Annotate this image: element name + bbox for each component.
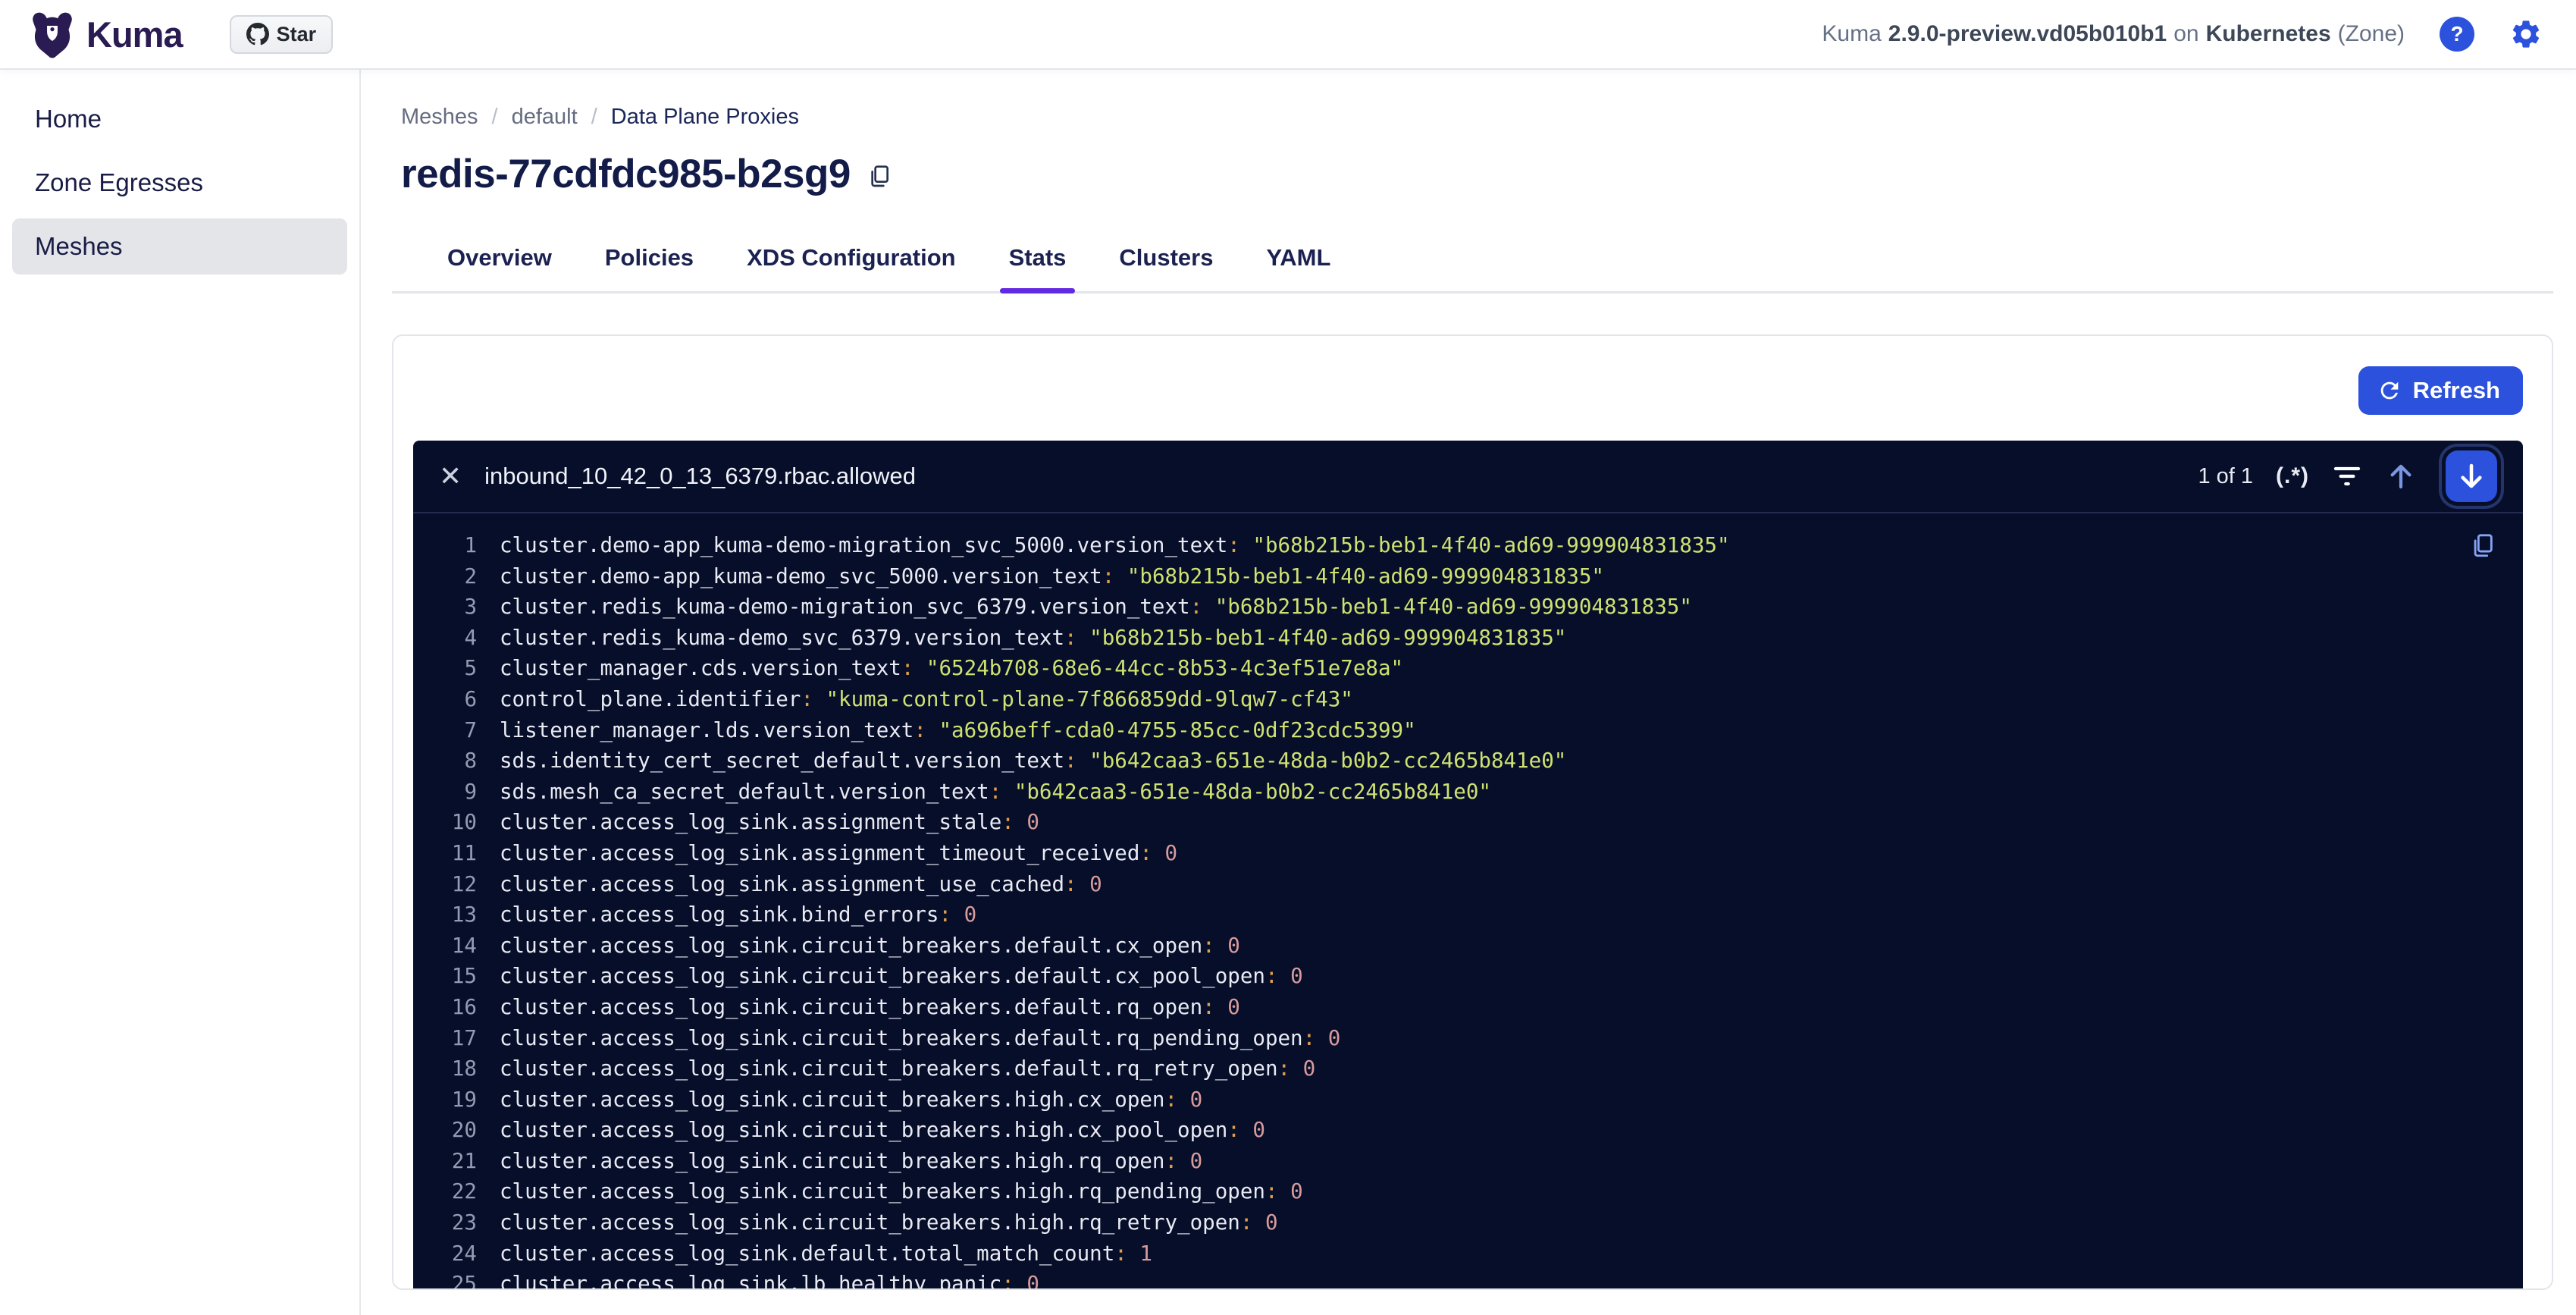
match-counter: 1 of 1 bbox=[2198, 464, 2253, 489]
code-line: 22cluster.access_log_sink.circuit_breake… bbox=[440, 1176, 2493, 1207]
sidebar: Home Zone Egresses Meshes bbox=[0, 70, 361, 1315]
help-icon: ? bbox=[2440, 17, 2474, 52]
copy-name-button[interactable] bbox=[867, 163, 892, 190]
code-line: 4cluster.redis_kuma-demo_svc_6379.versio… bbox=[440, 623, 2493, 654]
code-line: 25cluster.access_log_sink.lb_healthy_pan… bbox=[440, 1269, 2493, 1290]
sidebar-item-home[interactable]: Home bbox=[12, 91, 347, 147]
close-icon: ✕ bbox=[439, 460, 462, 491]
kuma-bear-icon bbox=[30, 10, 74, 58]
main-content: Meshes / default / Data Plane Proxies re… bbox=[361, 70, 2576, 1315]
version-on: on bbox=[2173, 21, 2198, 47]
breadcrumb-separator: / bbox=[591, 105, 597, 130]
logo-text: Kuma bbox=[86, 14, 183, 55]
kuma-logo[interactable]: Kuma bbox=[30, 10, 183, 58]
settings-button[interactable] bbox=[2509, 17, 2543, 51]
star-label: Star bbox=[277, 23, 317, 46]
code-line: 14cluster.access_log_sink.circuit_breake… bbox=[440, 931, 2493, 962]
version-prefix: Kuma bbox=[1822, 21, 1881, 47]
stats-code-panel: ✕ 1 of 1 (.*) bbox=[413, 441, 2523, 1290]
code-line: 19cluster.access_log_sink.circuit_breake… bbox=[440, 1084, 2493, 1116]
code-block: 1cluster.demo-app_kuma-demo-migration_sv… bbox=[413, 513, 2523, 1290]
stats-card: Refresh ✕ 1 of 1 (.*) bbox=[392, 334, 2553, 1290]
breadcrumb: Meshes / default / Data Plane Proxies bbox=[401, 105, 2553, 130]
code-line: 12cluster.access_log_sink.assignment_use… bbox=[440, 869, 2493, 900]
version-info: Kuma 2.9.0-preview.vd05b010b1 on Kuberne… bbox=[1822, 21, 2405, 47]
tab-policies[interactable]: Policies bbox=[602, 244, 697, 291]
version-number: 2.9.0-preview.vd05b010b1 bbox=[1888, 21, 2167, 47]
code-line: 24cluster.access_log_sink.default.total_… bbox=[440, 1238, 2493, 1269]
next-match-button[interactable] bbox=[2446, 450, 2497, 502]
code-line: 3cluster.redis_kuma-demo-migration_svc_6… bbox=[440, 592, 2493, 623]
code-line: 15cluster.access_log_sink.circuit_breake… bbox=[440, 961, 2493, 992]
filter-lines-icon bbox=[2332, 463, 2362, 489]
code-line: 21cluster.access_log_sink.circuit_breake… bbox=[440, 1146, 2493, 1177]
breadcrumb-link-default[interactable]: default bbox=[512, 105, 578, 130]
tab-overview[interactable]: Overview bbox=[444, 244, 555, 291]
copy-icon bbox=[867, 163, 892, 190]
code-line: 8sds.identity_cert_secret_default.versio… bbox=[440, 745, 2493, 777]
help-button[interactable]: ? bbox=[2440, 17, 2474, 52]
github-star-button[interactable]: Star bbox=[230, 15, 334, 54]
copy-icon bbox=[2470, 532, 2496, 560]
copy-stats-button[interactable] bbox=[2470, 532, 2496, 560]
breadcrumb-separator: / bbox=[492, 105, 498, 130]
refresh-button[interactable]: Refresh bbox=[2358, 366, 2523, 415]
regex-icon: (.*) bbox=[2276, 463, 2309, 488]
code-line: 2cluster.demo-app_kuma-demo_svc_5000.ver… bbox=[440, 561, 2493, 592]
version-platform: Kubernetes bbox=[2206, 21, 2331, 47]
code-line: 17cluster.access_log_sink.circuit_breake… bbox=[440, 1023, 2493, 1054]
github-icon bbox=[246, 23, 269, 46]
sidebar-item-meshes[interactable]: Meshes bbox=[12, 218, 347, 275]
sidebar-item-zone-egresses[interactable]: Zone Egresses bbox=[12, 155, 347, 211]
code-line: 16cluster.access_log_sink.circuit_breake… bbox=[440, 992, 2493, 1023]
tab-stats[interactable]: Stats bbox=[1006, 244, 1070, 291]
breadcrumb-link-meshes[interactable]: Meshes bbox=[401, 105, 478, 130]
arrow-up-icon bbox=[2385, 460, 2417, 492]
code-line: 20cluster.access_log_sink.circuit_breake… bbox=[440, 1115, 2493, 1146]
code-line: 9sds.mesh_ca_secret_default.version_text… bbox=[440, 777, 2493, 808]
tab-yaml[interactable]: YAML bbox=[1263, 244, 1333, 291]
code-line: 10cluster.access_log_sink.assignment_sta… bbox=[440, 807, 2493, 838]
tab-clusters[interactable]: Clusters bbox=[1116, 244, 1216, 291]
previous-match-button[interactable] bbox=[2385, 460, 2417, 492]
code-line: 5cluster_manager.cds.version_text: "6524… bbox=[440, 653, 2493, 684]
code-line: 13cluster.access_log_sink.bind_errors: 0 bbox=[440, 899, 2493, 931]
filter-input[interactable] bbox=[484, 463, 2175, 490]
code-line: 11cluster.access_log_sink.assignment_tim… bbox=[440, 838, 2493, 869]
regex-toggle-button[interactable]: (.*) bbox=[2276, 463, 2309, 489]
code-line: 23cluster.access_log_sink.circuit_breake… bbox=[440, 1207, 2493, 1238]
version-zone: (Zone) bbox=[2338, 21, 2405, 47]
code-line: 6control_plane.identifier: "kuma-control… bbox=[440, 684, 2493, 715]
code-line: 18cluster.access_log_sink.circuit_breake… bbox=[440, 1053, 2493, 1084]
refresh-icon bbox=[2377, 378, 2402, 403]
filter-mode-button[interactable] bbox=[2332, 463, 2362, 489]
stats-search-bar: ✕ 1 of 1 (.*) bbox=[413, 441, 2523, 513]
code-line: 7listener_manager.lds.version_text: "a69… bbox=[440, 715, 2493, 746]
refresh-label: Refresh bbox=[2413, 377, 2500, 404]
tab-xds-configuration[interactable]: XDS Configuration bbox=[744, 244, 959, 291]
page-title: redis-77cdfdc985-b2sg9 bbox=[401, 151, 851, 197]
clear-filter-button[interactable]: ✕ bbox=[439, 463, 462, 490]
arrow-down-icon bbox=[2455, 460, 2487, 492]
code-line: 1cluster.demo-app_kuma-demo-migration_sv… bbox=[440, 530, 2493, 561]
breadcrumb-current: Data Plane Proxies bbox=[611, 105, 799, 130]
gear-icon bbox=[2509, 17, 2543, 51]
app-header: Kuma Star Kuma 2.9.0-preview.vd05b010b1 … bbox=[0, 0, 2576, 70]
tab-bar: Overview Policies XDS Configuration Stat… bbox=[392, 244, 2553, 293]
